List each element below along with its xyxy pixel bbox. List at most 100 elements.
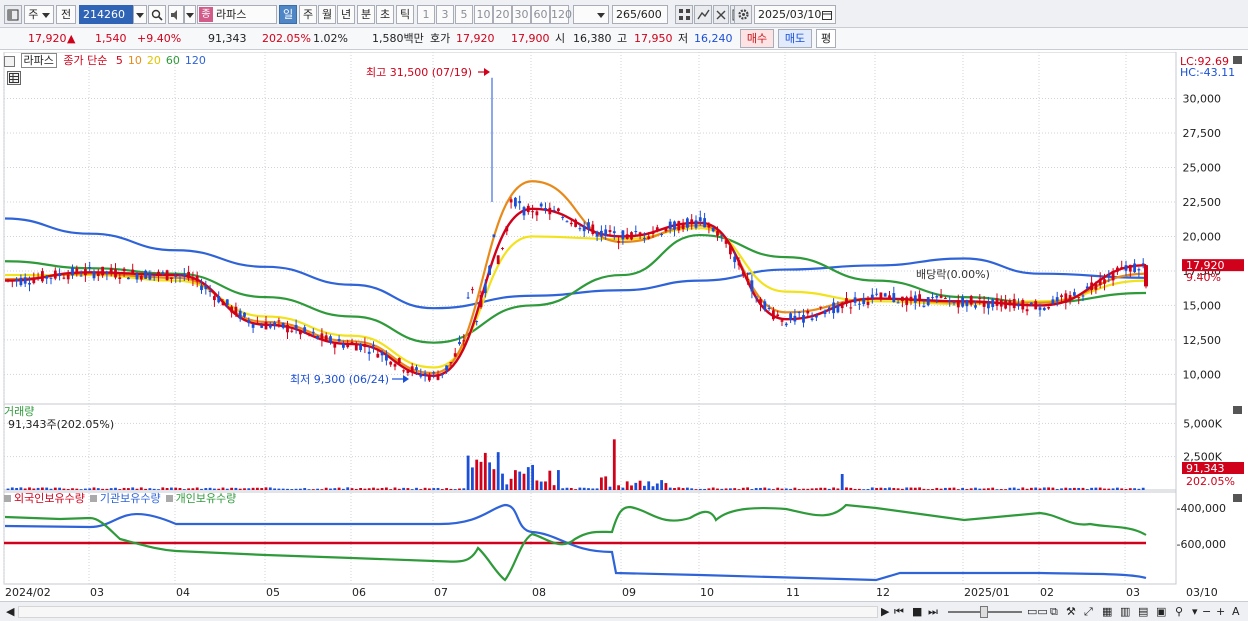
interval-button[interactable]: 120	[550, 5, 572, 24]
volume-bar	[268, 487, 272, 490]
interval-button[interactable]: 60	[531, 5, 550, 24]
candle-body	[204, 285, 208, 290]
stock-chart[interactable]: 2024/02 03 04 05 06 07 08 09 10 11 12 2025/01 02 03 03…	[0, 51, 1248, 601]
horizontal-scrollbar[interactable]	[18, 606, 878, 618]
zoom-slider-handle[interactable]	[980, 606, 988, 618]
period-button[interactable]: 월	[318, 5, 336, 24]
speaker-dropdown[interactable]	[184, 5, 196, 24]
volume-bar	[303, 488, 307, 490]
panel-close-icon	[1233, 406, 1242, 414]
dropdown-arrow-icon[interactable]: ▾	[1192, 604, 1198, 619]
candle-body	[1085, 286, 1089, 289]
interval-button[interactable]: 20	[493, 5, 512, 24]
font-size-icon[interactable]: A	[1232, 604, 1240, 619]
candle-body	[165, 270, 169, 281]
volume-bar	[625, 481, 629, 490]
interval-button[interactable]: 10	[474, 5, 493, 24]
candle-body	[182, 274, 186, 277]
interval-button[interactable]: 30	[512, 5, 531, 24]
crosshair-button[interactable]	[675, 5, 693, 24]
volume-bar	[496, 452, 500, 490]
volume-bar	[320, 489, 324, 490]
window-layout-icon[interactable]: ▭▭	[1027, 604, 1048, 619]
speaker-button[interactable]	[168, 5, 184, 24]
volume-bar	[131, 487, 135, 490]
interval-dropdown[interactable]	[573, 5, 609, 24]
period-button[interactable]: 년	[337, 5, 355, 24]
buy-button[interactable]: 매수	[740, 29, 774, 48]
price-y-tick: 27,500	[1183, 127, 1222, 140]
table-icon[interactable]	[7, 71, 21, 85]
candle-body	[625, 234, 629, 240]
stock-name-field[interactable]: 종 라파스	[197, 5, 277, 24]
period-select[interactable]: 주	[24, 5, 54, 24]
volume-bar	[840, 474, 844, 490]
candle-body	[711, 227, 715, 232]
grid-toggle-icon[interactable]: ▦	[1102, 604, 1112, 619]
interval-button[interactable]: 1	[417, 5, 435, 24]
volume-bar	[466, 455, 470, 490]
volume-bar	[440, 489, 444, 490]
period-button[interactable]: 초	[376, 5, 394, 24]
x-tick-label: 05	[266, 586, 280, 599]
date-input[interactable]: 2025/03/10	[754, 5, 836, 24]
candle-body	[488, 265, 491, 276]
period-button[interactable]: 분	[357, 5, 375, 24]
magnifier-icon[interactable]: ⚲	[1175, 604, 1183, 619]
tools-icon[interactable]: ⚒	[1066, 604, 1076, 619]
legend-toggle-icon[interactable]	[4, 55, 15, 67]
jump-end-icon[interactable]: ⏭	[928, 604, 938, 619]
stock-code-dropdown[interactable]	[133, 5, 147, 24]
volume-bar	[544, 481, 547, 490]
period-button[interactable]: 틱	[396, 5, 414, 24]
reset-icon[interactable]: ▣	[1156, 604, 1166, 619]
volume-bar	[716, 488, 719, 490]
volume-bar	[363, 488, 367, 490]
candle-body	[66, 274, 70, 280]
copy-icon[interactable]: ⧉	[1050, 604, 1058, 619]
x-gridline	[1124, 51, 1127, 585]
volume-bar	[299, 488, 302, 490]
eval-button[interactable]: 평	[816, 29, 836, 48]
prev-select[interactable]: 전	[56, 5, 76, 24]
print-icon[interactable]: ▤	[1138, 604, 1148, 619]
volume-bar	[711, 487, 715, 490]
volume-bar	[638, 480, 642, 490]
period-button[interactable]: 주	[299, 5, 317, 24]
candle-body	[578, 228, 582, 230]
volume-bar	[565, 487, 569, 490]
candle-body	[238, 310, 242, 319]
window-icon[interactable]	[4, 5, 22, 24]
zoom-in-icon[interactable]: +	[1216, 604, 1225, 619]
interval-button[interactable]: 5	[455, 5, 473, 24]
candle-body	[849, 307, 853, 309]
chart-area[interactable]: 2024/02 03 04 05 06 07 08 09 10 11 12 2025/01 02 03 03…	[0, 51, 1248, 621]
candle-body	[277, 320, 281, 322]
candle-body	[987, 302, 990, 309]
candle-body	[729, 246, 732, 255]
jump-start-icon[interactable]: ⏮	[894, 604, 904, 619]
stock-code-input[interactable]: 214260	[79, 5, 133, 24]
draw-tool-button[interactable]	[694, 5, 712, 24]
zoom-out-icon[interactable]: −	[1202, 604, 1211, 619]
fit-icon[interactable]: ⤢	[1084, 604, 1093, 619]
search-button[interactable]	[148, 5, 166, 24]
stop-icon[interactable]: ■	[912, 604, 922, 619]
period-button[interactable]: 일	[279, 5, 297, 24]
sell-button[interactable]: 매도	[778, 29, 812, 48]
count-input[interactable]: 265/600	[612, 5, 668, 24]
interval-button[interactable]: 3	[436, 5, 454, 24]
volume-bar	[256, 487, 259, 490]
clear-tool-button[interactable]	[713, 5, 729, 24]
candle-body	[1012, 298, 1016, 309]
candle-body	[591, 224, 595, 235]
scroll-right-arrow-icon[interactable]: ▶	[881, 604, 889, 619]
candle-body	[440, 373, 444, 376]
candle-body	[531, 211, 534, 213]
volume-bar	[673, 487, 676, 490]
chart-type-icon[interactable]: ▥	[1120, 604, 1130, 619]
gear-button[interactable]	[734, 5, 752, 24]
candle-body	[737, 260, 741, 266]
scroll-left-arrow-icon[interactable]: ◀	[6, 604, 14, 619]
candle-body	[1133, 263, 1136, 273]
